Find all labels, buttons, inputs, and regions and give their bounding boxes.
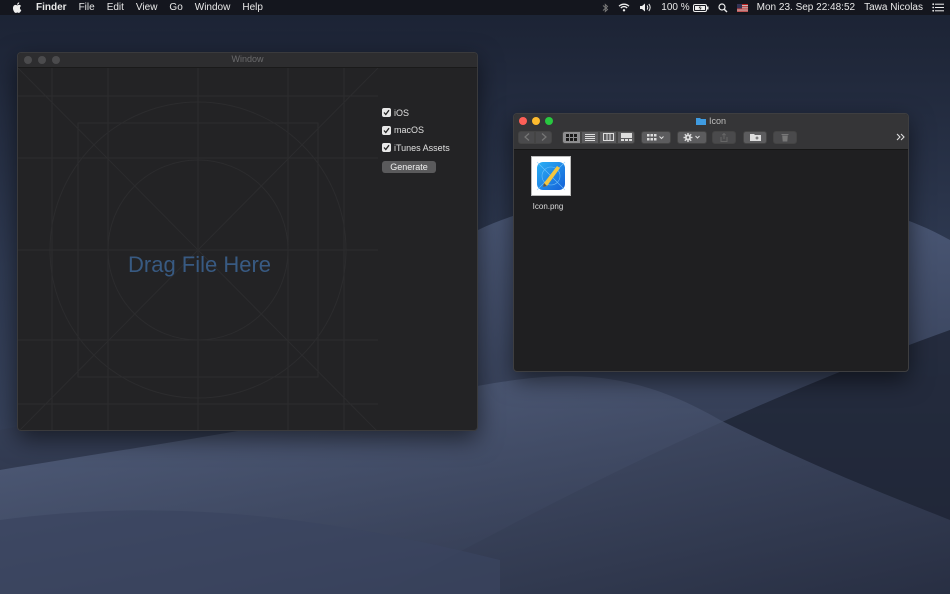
clock[interactable]: Mon 23. Sep 22:48:52: [757, 2, 855, 13]
checkmark-icon: [383, 127, 390, 134]
wifi-icon[interactable]: [618, 3, 630, 12]
checkbox-macos[interactable]: [382, 125, 391, 135]
column-view-icon[interactable]: [599, 130, 617, 144]
file-item[interactable]: Icon.png: [529, 156, 573, 211]
bluetooth-icon[interactable]: [602, 2, 609, 13]
volume-icon[interactable]: [639, 3, 652, 12]
toolbar-overflow: [896, 130, 905, 144]
finder-window: Icon Icon.png: [513, 113, 909, 372]
list-view-icon[interactable]: [581, 130, 599, 144]
checkmark-icon: [383, 110, 390, 116]
app-window: Window Drag File Here iOS macOS iTunes A…: [17, 52, 478, 431]
file-name: Icon.png: [532, 202, 564, 211]
option-label: iOS: [394, 107, 410, 118]
folder-icon: [695, 118, 706, 125]
more-icon[interactable]: [896, 128, 905, 146]
file-thumbnail: [531, 156, 571, 196]
group-icon[interactable]: [641, 130, 671, 144]
menu-edit[interactable]: Edit: [107, 2, 124, 13]
share-control: [712, 130, 736, 144]
app-window-title: Window: [231, 54, 264, 64]
checkbox-itunes-assets[interactable]: [382, 143, 391, 153]
share-icon[interactable]: [712, 130, 736, 144]
user-name[interactable]: Tawa Nicolas: [864, 2, 923, 13]
option-ios[interactable]: iOS: [382, 104, 450, 122]
icon-view-icon[interactable]: [562, 130, 581, 144]
menu-go[interactable]: Go: [169, 2, 182, 13]
finder-title: Icon: [514, 116, 908, 126]
option-label: iTunes Assets: [394, 142, 450, 153]
battery-icon[interactable]: [692, 3, 709, 12]
menu-view[interactable]: View: [136, 2, 158, 13]
action-control: [677, 130, 707, 144]
options-panel: iOS macOS iTunes Assets Generate: [382, 104, 450, 173]
spotlight-search-icon[interactable]: [718, 2, 728, 13]
battery-percent: 100 %: [661, 2, 690, 13]
menu-window[interactable]: Window: [195, 2, 231, 13]
app-icon-icon: [536, 161, 566, 191]
checkbox-ios[interactable]: [382, 108, 391, 118]
finder-toolbar[interactable]: Icon: [514, 114, 908, 150]
trash-icon[interactable]: [773, 130, 797, 144]
drop-zone[interactable]: Drag File Here iOS macOS iTunes Assets G…: [18, 67, 477, 430]
group-by-control: [641, 130, 671, 144]
option-itunes-assets[interactable]: iTunes Assets: [382, 139, 450, 157]
action-gear-icon[interactable]: [677, 130, 707, 144]
option-macos[interactable]: macOS: [382, 122, 450, 140]
view-mode-selector: [562, 130, 635, 144]
app-window-titlebar[interactable]: Window: [18, 53, 477, 68]
notification-center-icon[interactable]: [932, 3, 944, 12]
menu-help[interactable]: Help: [242, 2, 263, 13]
trash-control: [773, 130, 797, 144]
forward-icon[interactable]: [535, 130, 552, 144]
input-source-flag-icon[interactable]: [736, 3, 748, 12]
generate-button[interactable]: Generate: [382, 160, 436, 173]
checkmark-icon: [383, 145, 390, 151]
menu-bar: Finder File Edit View Go Window Help 100…: [0, 0, 950, 15]
option-label: macOS: [394, 125, 425, 136]
new-folder-control: [743, 130, 767, 144]
menu-app-name[interactable]: Finder: [36, 2, 67, 13]
apple-menu-icon[interactable]: [12, 2, 26, 13]
back-icon[interactable]: [518, 130, 535, 144]
menu-file[interactable]: File: [79, 2, 95, 13]
nav-buttons: [518, 130, 552, 144]
drop-label: Drag File Here: [128, 252, 272, 277]
finder-title-text: Icon: [708, 116, 726, 126]
gallery-view-icon[interactable]: [617, 130, 635, 144]
new-folder-icon[interactable]: [743, 130, 767, 144]
